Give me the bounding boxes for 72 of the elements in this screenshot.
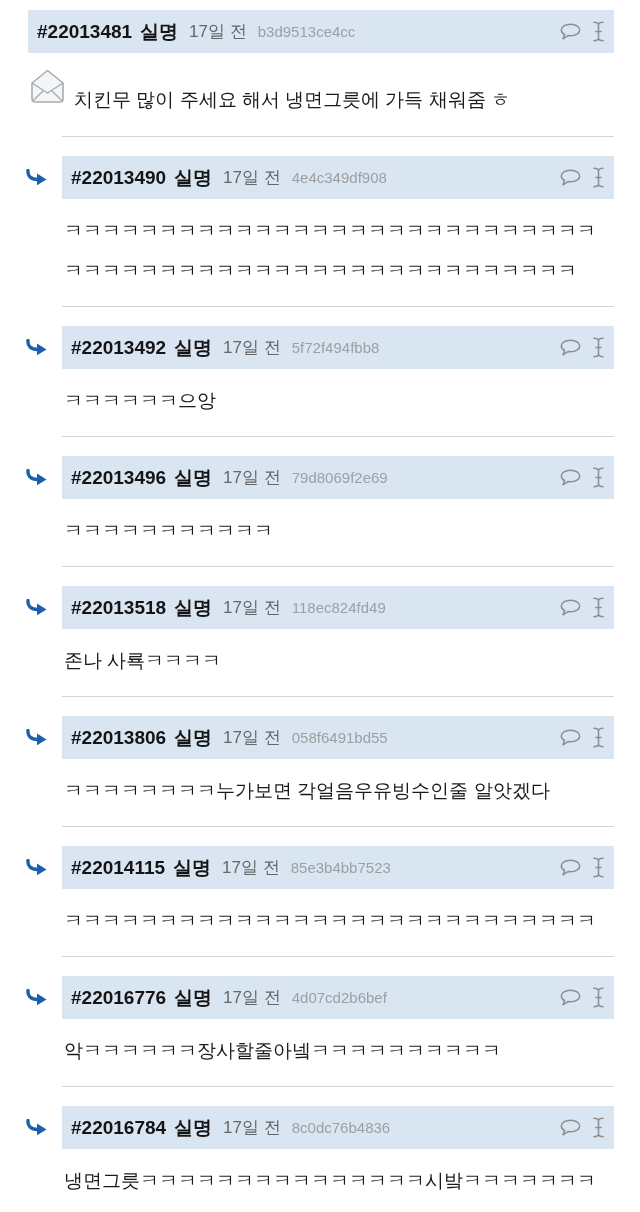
curved-arrow-icon <box>25 859 47 876</box>
comment-time: 17일 전 <box>223 167 281 189</box>
author-name: 실명 <box>140 19 179 44</box>
curved-arrow-icon <box>25 339 47 356</box>
i-beam-icon[interactable] <box>593 467 604 488</box>
author-name: 실명 <box>174 725 213 750</box>
comment-number: #22013496 <box>71 466 167 489</box>
i-beam-icon[interactable] <box>593 337 604 358</box>
comment-text: ㅋㅋㅋㅋㅋㅋㅋㅋㅋㅋㅋㅋㅋㅋㅋㅋㅋㅋㅋㅋㅋㅋㅋㅋㅋㅋㅋㅋ <box>63 909 597 933</box>
comment-time: 17일 전 <box>223 727 281 749</box>
author-name: 실명 <box>174 165 213 190</box>
i-beam-icon[interactable] <box>593 597 604 618</box>
comment-text: ㅋㅋㅋㅋㅋㅋㅋㅋㅋㅋㅋ <box>63 519 274 543</box>
author-name: 실명 <box>174 335 213 360</box>
comment-number: #22013490 <box>71 166 167 189</box>
comment-time: 17일 전 <box>223 467 281 489</box>
comment-number: #22014115 <box>71 856 166 879</box>
curved-arrow-icon <box>25 599 47 616</box>
i-beam-icon[interactable] <box>593 21 604 42</box>
comment-time: 17일 전 <box>223 337 281 359</box>
comment-time: 17일 전 <box>189 21 247 43</box>
envelope-icon <box>30 68 65 104</box>
curved-arrow-icon <box>25 169 47 186</box>
author-name: 실명 <box>174 595 213 620</box>
comment-text: 냉면그릇ㅋㅋㅋㅋㅋㅋㅋㅋㅋㅋㅋㅋㅋㅋㅋ시밬ㅋㅋㅋㅋㅋㅋㅋ <box>63 1169 597 1193</box>
user-hash: 118ec824fd49 <box>291 599 386 616</box>
curved-arrow-icon <box>25 729 47 746</box>
comment-text: 악ㅋㅋㅋㅋㅋㅋ장사할줄아넼ㅋㅋㅋㅋㅋㅋㅋㅋㅋㅋ <box>63 1039 502 1063</box>
i-beam-icon[interactable] <box>593 1117 604 1138</box>
speech-bubble-icon[interactable] <box>560 599 581 616</box>
user-hash: 79d8069f2e69 <box>291 469 388 486</box>
comment-time: 17일 전 <box>223 1117 281 1139</box>
user-hash: 4d07cd2b6bef <box>291 989 387 1006</box>
speech-bubble-icon[interactable] <box>560 169 581 186</box>
user-hash: 8c0dc76b4836 <box>291 1119 391 1136</box>
comment-text: ㅋㅋㅋㅋㅋㅋㅋㅋㅋㅋㅋㅋㅋㅋㅋㅋㅋㅋㅋㅋㅋㅋㅋㅋㅋㅋㅋㅋㅋㅋㅋㅋㅋㅋㅋㅋㅋㅋㅋㅋㅋㅋㅋㅋㅋㅋㅋㅋㅋㅋㅋㅋㅋㅋㅋ <box>63 219 597 283</box>
author-name: 실명 <box>174 985 213 1010</box>
speech-bubble-icon[interactable] <box>560 1119 581 1136</box>
comment-number: #22013481 <box>37 20 133 43</box>
comment-text: 치킨무 많이 주세요 해서 냉면그릇에 가득 채워줌 ㅎ <box>74 88 510 112</box>
i-beam-icon[interactable] <box>593 727 604 748</box>
comment-number: #22013492 <box>71 336 167 359</box>
comment-number: #22016784 <box>71 1116 167 1139</box>
speech-bubble-icon[interactable] <box>560 989 581 1006</box>
comment-number: #22013518 <box>71 596 167 619</box>
comment-text: ㅋㅋㅋㅋㅋㅋ으앙 <box>63 389 217 413</box>
user-hash: 058f6491bd55 <box>291 729 388 746</box>
speech-bubble-icon[interactable] <box>560 469 581 486</box>
comment-time: 17일 전 <box>222 857 280 879</box>
i-beam-icon[interactable] <box>593 167 604 188</box>
speech-bubble-icon[interactable] <box>560 339 581 356</box>
comment-time: 17일 전 <box>223 987 281 1009</box>
user-hash: 4e4c349df908 <box>291 169 387 186</box>
curved-arrow-icon <box>25 989 47 1006</box>
curved-arrow-icon <box>25 469 47 486</box>
user-hash: b3d9513ce4cc <box>257 23 356 40</box>
user-hash: 85e3b4bb7523 <box>290 859 391 876</box>
author-name: 실명 <box>174 465 213 490</box>
author-name: 실명 <box>174 1115 213 1140</box>
speech-bubble-icon[interactable] <box>560 859 581 876</box>
i-beam-icon[interactable] <box>593 987 604 1008</box>
comment-text: ㅋㅋㅋㅋㅋㅋㅋㅋ누가보면 각얼음우유빙수인줄 알앗겠다 <box>63 779 551 803</box>
author-name: 실명 <box>173 855 212 880</box>
i-beam-icon[interactable] <box>593 857 604 878</box>
comment-number: #22016776 <box>71 986 167 1009</box>
speech-bubble-icon[interactable] <box>560 23 581 40</box>
curved-arrow-icon <box>25 1119 47 1136</box>
user-hash: 5f72f494fbb8 <box>291 339 380 356</box>
comment-text: 존나 사룍ㅋㅋㅋㅋ <box>63 649 223 673</box>
comment-number: #22013806 <box>71 726 167 749</box>
speech-bubble-icon[interactable] <box>560 729 581 746</box>
comment-time: 17일 전 <box>223 597 281 619</box>
